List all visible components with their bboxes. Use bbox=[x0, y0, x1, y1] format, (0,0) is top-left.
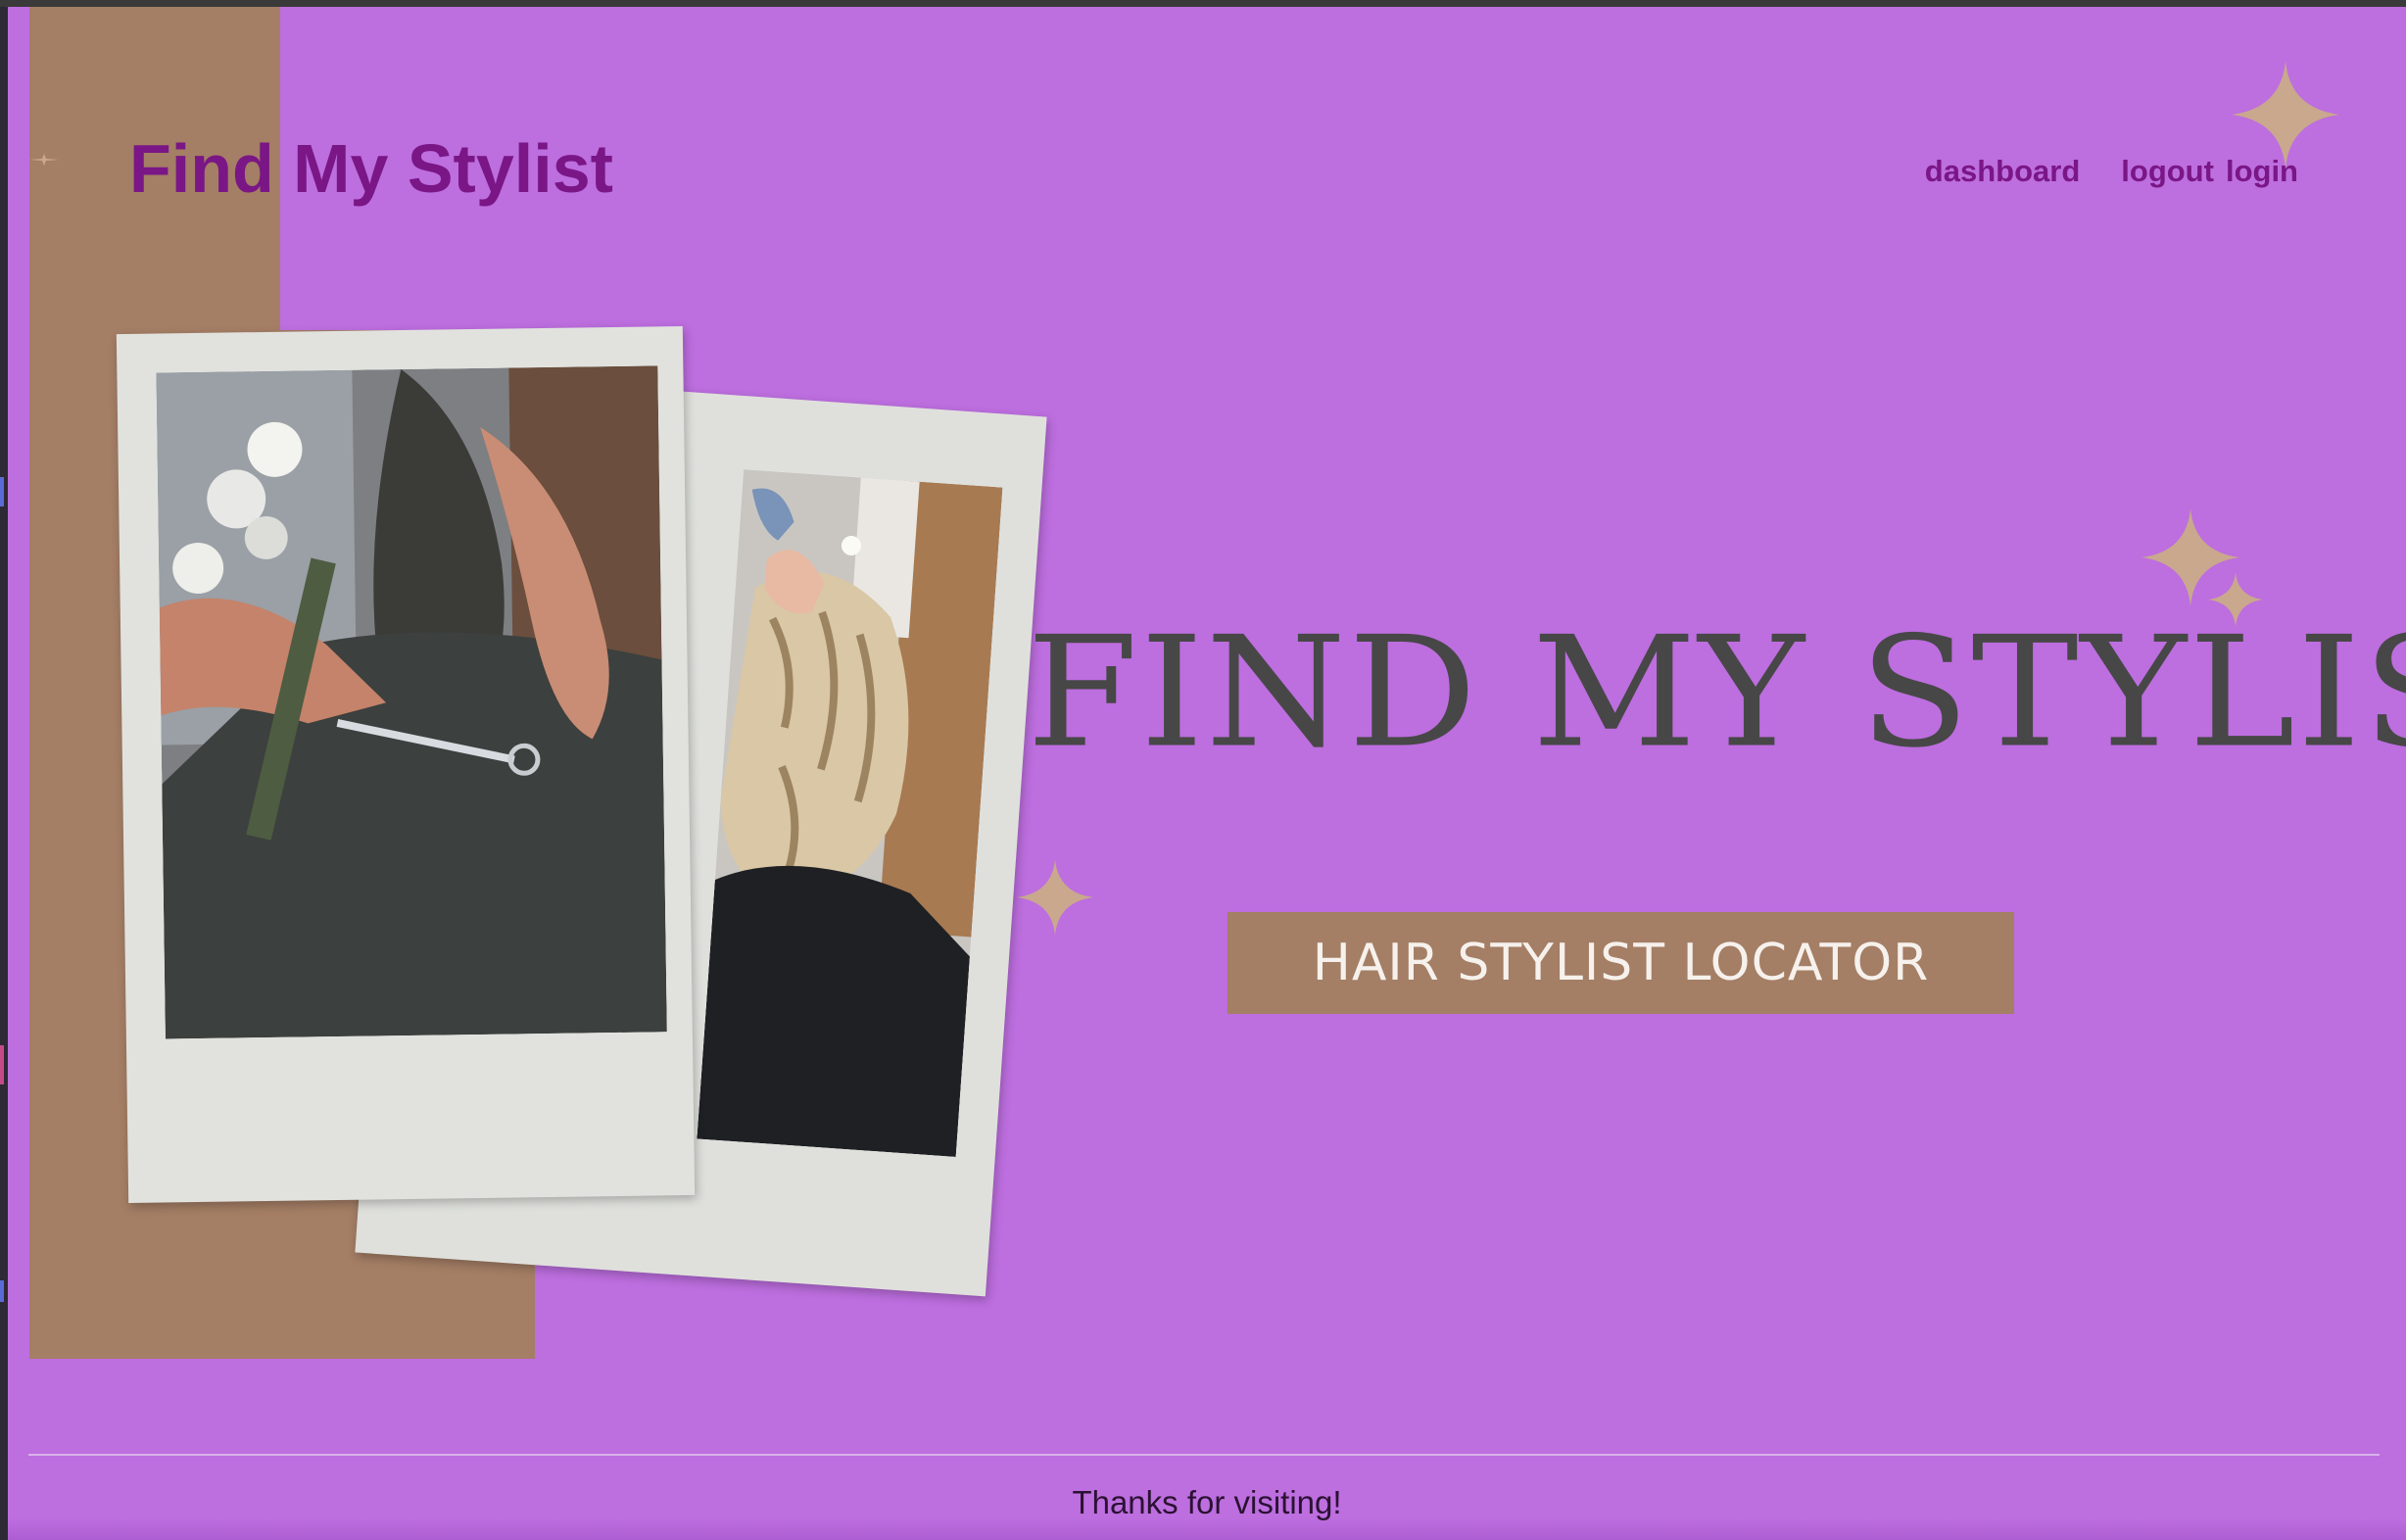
sparkle-icon bbox=[29, 154, 59, 166]
sparkle-icon bbox=[2232, 61, 2339, 168]
site-logo[interactable]: Find My Stylist bbox=[127, 129, 615, 208]
landing-page: Find My Stylist dashboard logout login F… bbox=[8, 7, 2406, 1540]
edge-mark bbox=[0, 1280, 4, 1302]
curly-hair-image bbox=[697, 469, 1003, 1157]
sparkle-icon bbox=[1017, 859, 1093, 936]
window-edge bbox=[0, 7, 8, 1540]
browser-viewport: Find My Stylist dashboard logout login F… bbox=[0, 0, 2406, 1540]
footer-shadow bbox=[8, 1518, 2406, 1540]
footer-divider bbox=[28, 1454, 2380, 1456]
footer-text: Thanks for visiting! bbox=[1072, 1484, 1342, 1520]
hair-stylist-locator-button[interactable]: HAIR STYLIST LOCATOR bbox=[1227, 912, 2014, 1014]
edge-mark bbox=[0, 1045, 4, 1084]
edge-mark bbox=[0, 477, 4, 506]
polaroid-photo-front bbox=[116, 326, 696, 1203]
curly-hair-photo bbox=[697, 469, 1003, 1157]
haircut-image bbox=[156, 365, 667, 1039]
browser-chrome-edge bbox=[0, 0, 2406, 7]
nav-dashboard-link[interactable]: dashboard bbox=[1925, 154, 2080, 189]
haircut-photo bbox=[156, 365, 667, 1039]
nav-logout-link[interactable]: logout bbox=[2121, 154, 2214, 189]
hero-title: FIND MY STYLIST bbox=[1027, 603, 2406, 782]
